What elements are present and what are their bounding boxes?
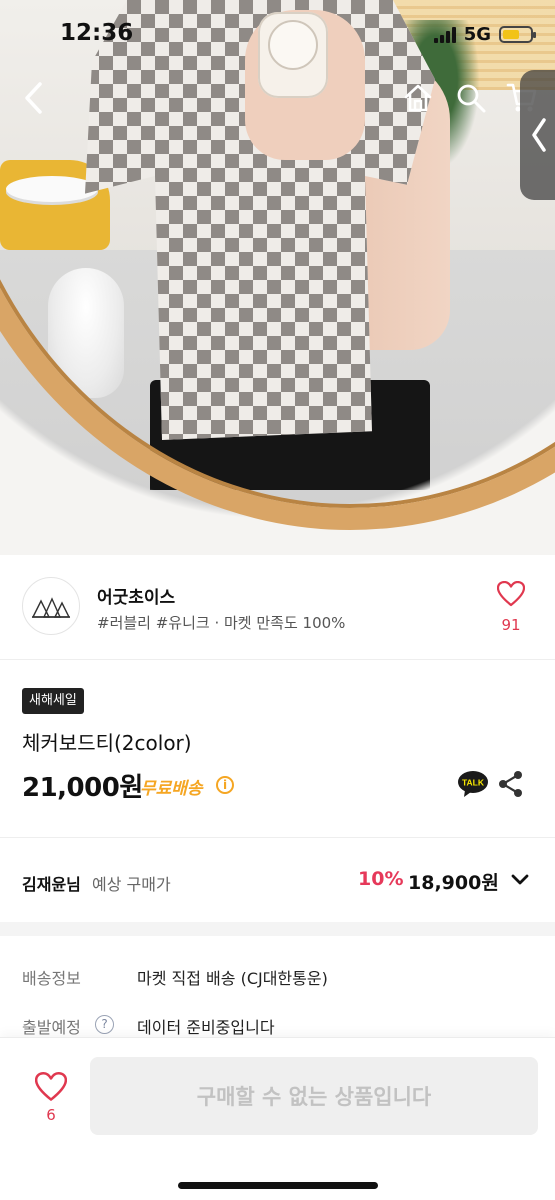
shop-like-heart-icon[interactable] [496, 580, 526, 607]
shop-logo[interactable] [22, 577, 80, 635]
free-shipping-label: 무료배송 [140, 779, 203, 799]
status-indicators: 5G [433, 24, 536, 45]
talk-icon-label: TALK [462, 778, 485, 788]
chevron-down-icon[interactable] [510, 872, 530, 888]
section-spacer [0, 922, 555, 936]
product-price: 21,000원 [22, 773, 143, 803]
help-icon[interactable]: ? [95, 1015, 114, 1034]
product-title: 체커보드티(2color) [22, 731, 192, 755]
network-label: 5G [463, 24, 491, 45]
side-panel-tab[interactable] [520, 70, 555, 200]
share-icon[interactable] [498, 770, 524, 798]
like-count: 6 [46, 1106, 56, 1124]
expected-price-label: 예상 구매가 [92, 875, 171, 894]
expected-price: 18,900원 [408, 872, 499, 894]
like-heart-icon[interactable] [34, 1072, 68, 1102]
bottom-action-bar: 6 구매할 수 없는 상품입니다 [0, 1037, 555, 1200]
status-time: 12:36 [60, 20, 134, 46]
shop-row[interactable]: 어굿초이스 #러블리 #유니크 · 마켓 만족도 100% 91 [0, 555, 555, 660]
buy-button[interactable]: 구매할 수 없는 상품입니다 [90, 1057, 538, 1135]
signal-icon [433, 26, 456, 43]
talk-icon[interactable]: TALK [457, 770, 489, 798]
expected-price-row[interactable]: 김재윤님 예상 구매가 10% 18,900원 [0, 840, 555, 922]
departure-value: 데이터 준비중입니다 [137, 1018, 275, 1037]
sale-badge: 새해세일 [22, 688, 84, 714]
chevron-left-icon [532, 118, 546, 152]
shop-name[interactable]: 어굿초이스 [97, 583, 175, 608]
member-name: 김재윤님 [22, 875, 81, 894]
section-divider [0, 837, 555, 838]
home-indicator[interactable] [178, 1182, 378, 1189]
discount-rate: 10% [358, 868, 404, 890]
shop-tags: #러블리 #유니크 · 마켓 만족도 100% [97, 614, 346, 632]
shipping-info-label: 배송정보 [22, 969, 81, 988]
battery-icon [499, 26, 536, 43]
shop-like-count: 91 [501, 616, 521, 634]
back-icon[interactable] [20, 78, 50, 118]
shop-logo-icon [31, 597, 71, 618]
product-detail-page: 12:36 5G 어굿초이스 #러블리 #유니크 · 마켓 만족도 100% 9… [0, 0, 555, 1200]
departure-label: 출발예정 [22, 1018, 81, 1037]
search-icon[interactable] [455, 82, 487, 114]
info-icon[interactable]: i [216, 776, 234, 794]
status-bar: 12:36 5G [0, 0, 555, 70]
shipping-info-value: 마켓 직접 배송 (CJ대한통운) [137, 969, 328, 988]
product-photo[interactable]: 12:36 5G [0, 0, 555, 555]
home-icon[interactable] [402, 82, 434, 114]
